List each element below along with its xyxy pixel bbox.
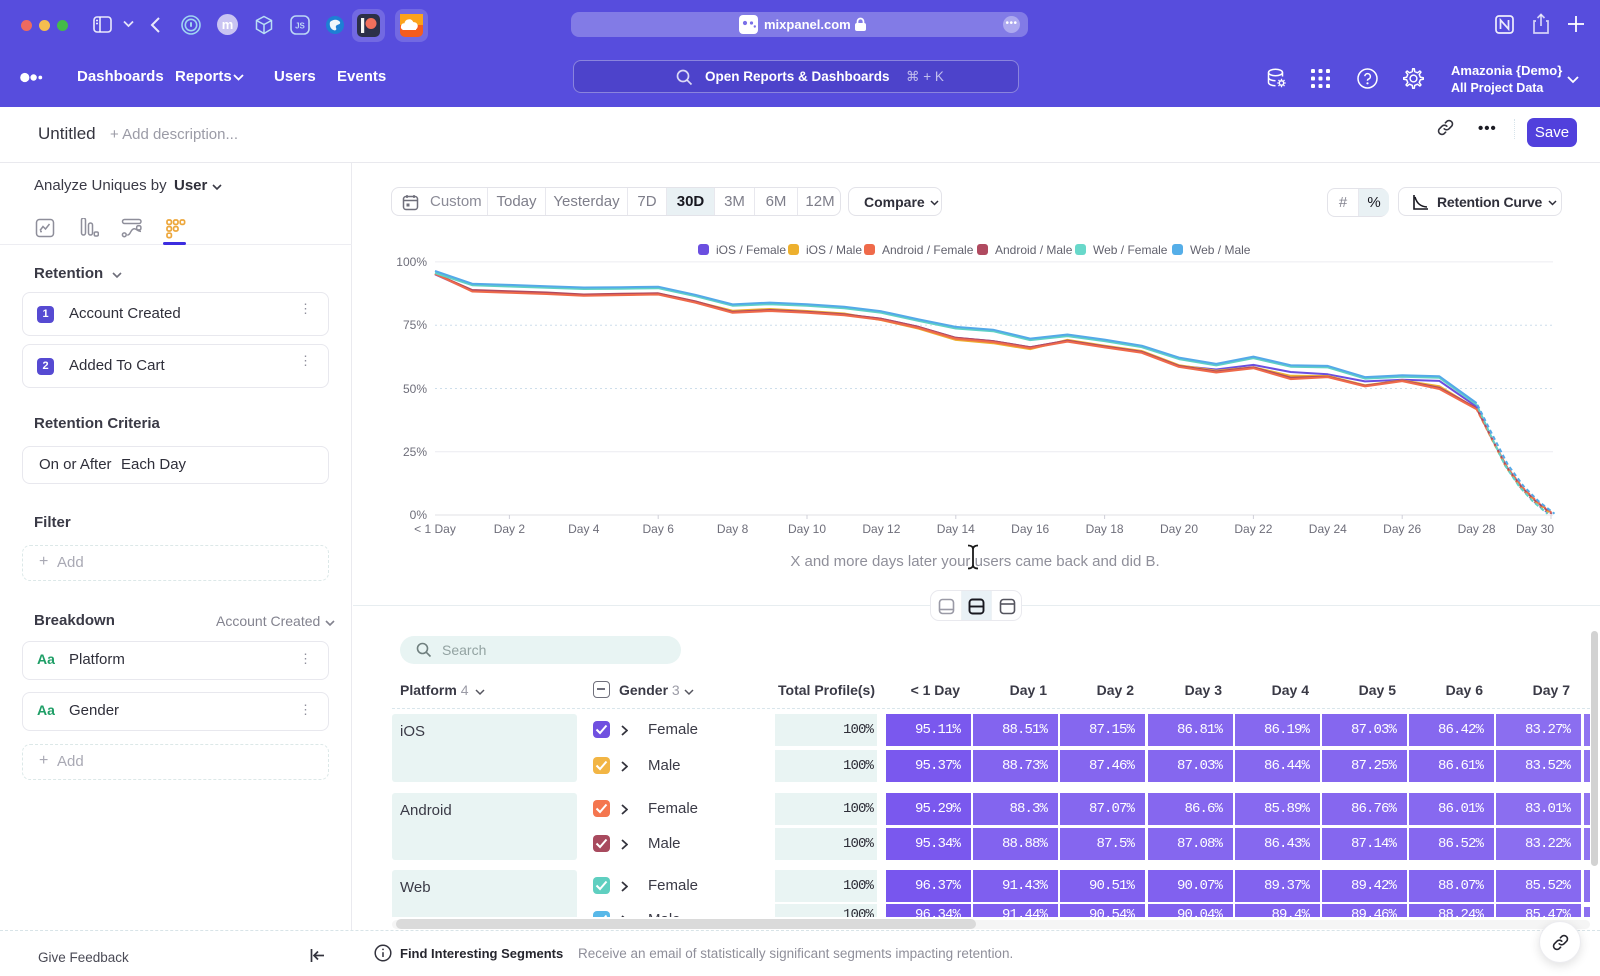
svg-text:Day 4: Day 4 [568,522,600,536]
svg-text:50%: 50% [403,382,427,396]
svg-text:0%: 0% [410,508,428,522]
svg-text:Day 24: Day 24 [1309,522,1347,536]
svg-text:Day 22: Day 22 [1234,522,1272,536]
svg-text:Day 14: Day 14 [937,522,975,536]
svg-text:Day 10: Day 10 [788,522,826,536]
svg-text:Day 8: Day 8 [717,522,749,536]
svg-text:Day 28: Day 28 [1458,522,1496,536]
svg-text:Day 6: Day 6 [643,522,675,536]
svg-text:25%: 25% [403,445,427,459]
svg-text:JS: JS [295,22,305,31]
svg-text:Day 20: Day 20 [1160,522,1198,536]
svg-text:75%: 75% [403,318,427,332]
svg-text:100%: 100% [396,255,427,269]
svg-text:Day 26: Day 26 [1383,522,1421,536]
svg-text:Day 16: Day 16 [1011,522,1049,536]
svg-text:Day 30: Day 30 [1516,522,1554,536]
svg-text:Day 18: Day 18 [1086,522,1124,536]
svg-text:Day 2: Day 2 [494,522,526,536]
svg-text:< 1 Day: < 1 Day [414,522,456,536]
svg-text:Day 12: Day 12 [862,522,900,536]
